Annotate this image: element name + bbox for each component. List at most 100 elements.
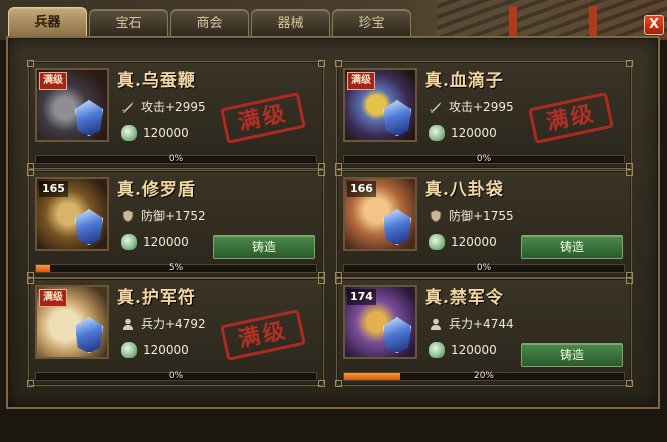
item-stat: 防御+1755 (429, 206, 514, 224)
item-name: 真.血滴子 (425, 71, 504, 91)
card-corner (626, 169, 633, 176)
item-card: 165 真.修罗盾 防御+1752 120000 铸造 5% (27, 169, 325, 279)
level-badge: 满级 (347, 72, 375, 90)
sword-icon (429, 99, 443, 114)
gem-icon (75, 209, 103, 245)
soldier-icon (121, 316, 135, 330)
item-name: 真.禁军令 (425, 288, 504, 308)
silver-icon (429, 234, 445, 250)
gem-icon (75, 100, 103, 136)
item-cost: 120000 (429, 124, 497, 142)
forge-button[interactable]: 铸造 (521, 235, 623, 259)
card-corner (626, 380, 633, 387)
item-name: 真.八卦袋 (425, 180, 504, 200)
silver-icon (429, 342, 445, 358)
close-button[interactable]: X (644, 15, 664, 35)
gem-icon (383, 100, 411, 136)
window-edge-decoration (648, 82, 664, 442)
item-name: 真.修罗盾 (117, 180, 196, 200)
stat-value: 兵力+4744 (449, 316, 514, 331)
card-corner (335, 169, 342, 176)
progress-text: 0% (476, 263, 492, 273)
tab-weapons[interactable]: 兵器 (8, 7, 87, 36)
progress-text: 5% (168, 263, 184, 273)
category-tabs: 兵器 宝石 商会 器械 珍宝 (8, 7, 411, 38)
card-corner (335, 380, 342, 387)
item-stat: 兵力+4744 (429, 314, 514, 332)
card-corner (335, 60, 342, 67)
card-corner (27, 60, 34, 67)
cost-value: 120000 (451, 343, 497, 357)
level-badge: 165 (39, 181, 68, 197)
tab-treasures[interactable]: 珍宝 (332, 9, 411, 36)
card-corner (318, 60, 325, 67)
max-level-stamp: 满级 (220, 92, 306, 144)
item-card: 满级 真.护军符 兵力+4792 120000 满级 0% (27, 277, 325, 387)
card-corner (27, 380, 34, 387)
item-cost: 120000 (121, 341, 189, 359)
silver-icon (429, 125, 445, 141)
tab-guild[interactable]: 商会 (170, 9, 249, 36)
palace-pillar (589, 6, 597, 36)
card-corner (27, 169, 34, 176)
progress-bar: 0% (343, 154, 625, 164)
item-stat: 攻击+2995 (121, 97, 206, 115)
progress-text: 0% (476, 154, 492, 164)
cost-value: 120000 (143, 235, 189, 249)
shield-icon (121, 208, 135, 223)
stat-value: 攻击+2995 (141, 99, 206, 114)
progress-text: 0% (168, 371, 184, 381)
level-badge: 满级 (39, 72, 67, 90)
card-corner (335, 277, 342, 284)
palace-roof (437, 0, 667, 38)
card-corner (626, 277, 633, 284)
level-badge: 166 (347, 181, 376, 197)
item-cost: 120000 (429, 233, 497, 251)
stat-value: 防御+1755 (449, 208, 514, 223)
progress-bar: 5% (35, 263, 317, 273)
max-level-stamp: 满级 (528, 92, 614, 144)
tab-machinery[interactable]: 器械 (251, 9, 330, 36)
stat-value: 兵力+4792 (141, 316, 206, 331)
progress-bar: 0% (343, 263, 625, 273)
cost-value: 120000 (143, 343, 189, 357)
item-card: 174 真.禁军令 兵力+4744 120000 铸造 20% (335, 277, 633, 387)
sword-icon (121, 99, 135, 114)
progress-text: 0% (168, 154, 184, 164)
shield-icon (429, 208, 443, 223)
item-image[interactable]: 满级 (35, 68, 109, 142)
silver-icon (121, 234, 137, 250)
item-image[interactable]: 166 (343, 177, 417, 251)
forge-button[interactable]: 铸造 (521, 343, 623, 367)
silver-icon (121, 125, 137, 141)
item-card: 满级 真.乌蚕鞭 攻击+2995 120000 满级 0% (27, 60, 325, 170)
card-corner (626, 60, 633, 67)
item-image[interactable]: 满级 (35, 285, 109, 359)
item-image[interactable]: 165 (35, 177, 109, 251)
item-stat: 攻击+2995 (429, 97, 514, 115)
progress-bar: 20% (343, 371, 625, 381)
gem-icon (383, 317, 411, 353)
cost-value: 120000 (451, 126, 497, 140)
stat-value: 防御+1752 (141, 208, 206, 223)
item-card: 满级 真.血滴子 攻击+2995 120000 满级 0% (335, 60, 633, 170)
item-cost: 120000 (121, 233, 189, 251)
silver-icon (121, 342, 137, 358)
gem-icon (75, 317, 103, 353)
item-name: 真.乌蚕鞭 (117, 71, 196, 91)
cost-value: 120000 (451, 235, 497, 249)
forge-button[interactable]: 铸造 (213, 235, 315, 259)
level-badge: 满级 (39, 289, 67, 307)
card-corner (318, 169, 325, 176)
max-level-stamp: 满级 (220, 309, 306, 361)
level-badge: 174 (347, 289, 376, 305)
card-corner (318, 380, 325, 387)
progress-text: 20% (473, 371, 494, 381)
item-image[interactable]: 174 (343, 285, 417, 359)
item-stat: 防御+1752 (121, 206, 206, 224)
item-image[interactable]: 满级 (343, 68, 417, 142)
progress-bar: 0% (35, 154, 317, 164)
tab-gems[interactable]: 宝石 (89, 9, 168, 36)
item-stat: 兵力+4792 (121, 314, 206, 332)
palace-pillar (509, 6, 517, 36)
